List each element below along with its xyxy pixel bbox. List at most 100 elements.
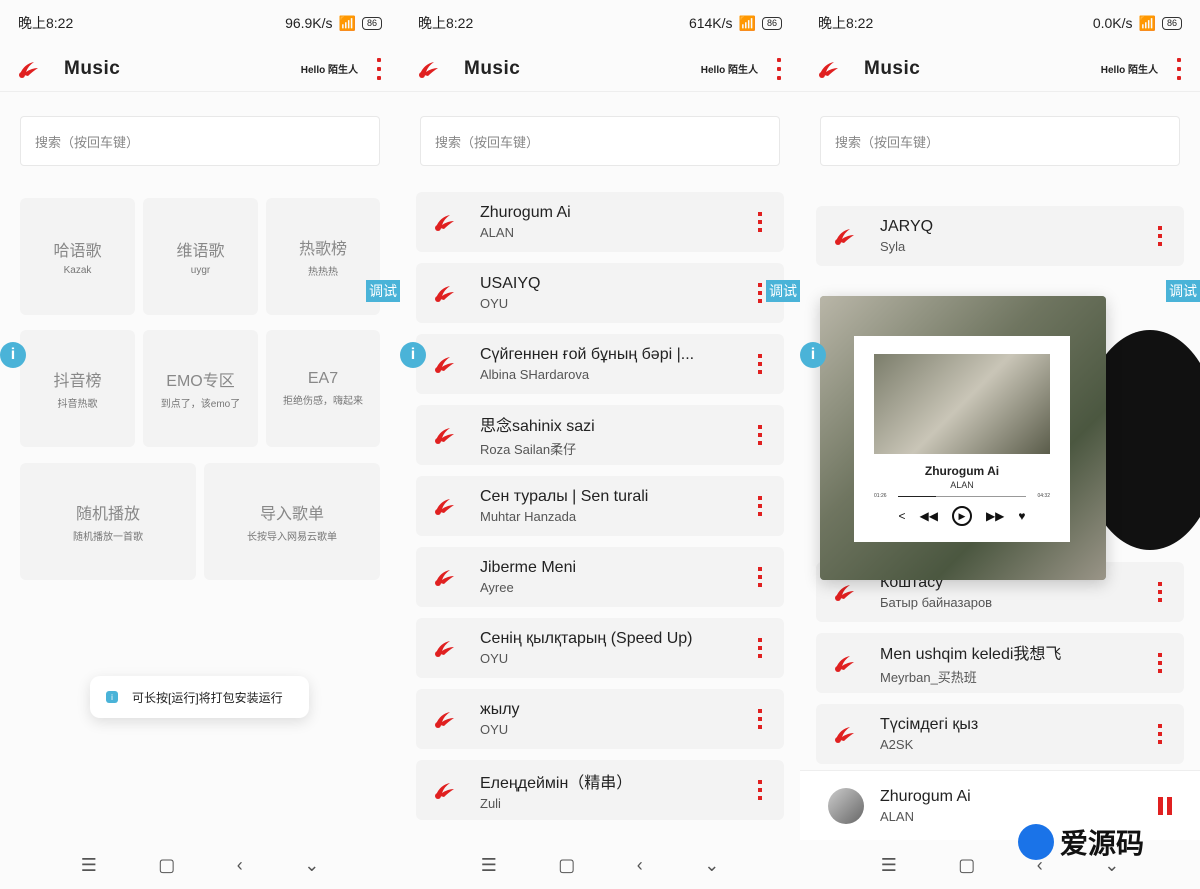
list-item[interactable]: Сүйгеннен ғой бұның бәрі |... Albina SHar… <box>416 334 784 394</box>
list-item[interactable]: Елеңдеймін（精串） Zuli <box>416 760 784 820</box>
more-icon[interactable] <box>1158 226 1164 246</box>
song-logo-icon <box>835 229 854 245</box>
list-item[interactable]: Түсімдегі қыз A2SK <box>816 704 1184 764</box>
song-artist: Muhtar Hanzada <box>480 509 577 524</box>
more-icon[interactable] <box>1158 724 1164 744</box>
song-title: Zhurogum Ai <box>480 204 571 221</box>
list-item[interactable]: Сенің қылқтарың (Speed Up) OYU <box>416 618 784 678</box>
tile-subtitle: 随机播放一首歌 <box>73 532 143 543</box>
tile-uygr[interactable]: 维语歌 uygr <box>143 198 258 315</box>
more-icon[interactable] <box>758 709 764 729</box>
song-title: USAIYQ <box>480 275 541 292</box>
player-controls: < ◀◀ ▶ ▶▶ ♥ <box>854 506 1070 526</box>
more-icon[interactable] <box>758 425 764 445</box>
song-artist: Meyrban_买热班 <box>880 670 977 685</box>
song-list: JARYQ Syla <box>816 206 1184 277</box>
menu-icon[interactable]: ☰ <box>481 855 497 876</box>
home-icon[interactable]: ▢ <box>158 855 175 876</box>
song-artist: Zuli <box>480 796 501 811</box>
more-menu-icon[interactable] <box>774 57 784 80</box>
app-logo-icon <box>419 61 438 78</box>
down-icon[interactable]: ⌄ <box>704 855 719 876</box>
debug-tag[interactable]: 调试 <box>1166 280 1200 302</box>
song-title: Елеңдеймін（精串） <box>480 775 633 792</box>
signal-icon: 📶 <box>738 14 756 31</box>
pause-icon[interactable] <box>1158 796 1172 815</box>
more-icon[interactable] <box>758 638 764 658</box>
tile-title: EMO专区 <box>166 373 235 390</box>
home-icon[interactable]: ▢ <box>958 855 975 876</box>
list-item[interactable]: Men ushqim keledi我想飞 Meyrban_买热班 <box>816 633 1184 693</box>
info-icon[interactable]: i <box>400 342 426 368</box>
song-logo-icon <box>435 641 454 657</box>
song-title: Түсімдегі қыз <box>880 716 979 733</box>
more-icon[interactable] <box>1158 582 1164 602</box>
debug-tag[interactable]: 调试 <box>366 280 400 302</box>
more-icon[interactable] <box>758 496 764 516</box>
status-time: 晚上8:22 <box>418 15 474 31</box>
app-title: Music <box>864 57 921 79</box>
list-item[interactable]: Zhurogum Ai ALAN <box>416 192 784 252</box>
tile-title: 导入歌单 <box>259 506 324 523</box>
list-item[interactable]: USAIYQ OYU <box>416 263 784 323</box>
down-icon[interactable]: ⌄ <box>304 855 319 876</box>
more-icon[interactable] <box>758 283 764 303</box>
share-icon[interactable]: < <box>898 509 905 523</box>
progress-fill <box>898 496 937 497</box>
list-item[interactable]: Сен туралы | Sen turali Muhtar Hanzada <box>416 476 784 536</box>
tile-subtitle: Kazak <box>63 265 92 276</box>
home-icon[interactable]: ▢ <box>558 855 575 876</box>
more-icon[interactable] <box>758 354 764 374</box>
more-icon[interactable] <box>1158 653 1164 673</box>
debug-tag[interactable]: 调试 <box>766 280 800 302</box>
network-speed: 614K/s <box>688 15 733 31</box>
heart-icon[interactable]: ♥ <box>1018 509 1025 523</box>
menu-icon[interactable]: ☰ <box>881 855 897 876</box>
more-menu-icon[interactable] <box>1174 57 1184 80</box>
app-bar: Music Hello 陌生人 <box>400 46 800 92</box>
more-menu-icon[interactable] <box>374 57 384 80</box>
back-icon[interactable]: ‹ <box>237 855 243 876</box>
tile-title: 抖音榜 <box>53 373 102 390</box>
back-icon[interactable]: ‹ <box>637 855 643 876</box>
list-item[interactable]: JARYQ Syla <box>816 206 1184 266</box>
song-artist: Roza Sailan柔仔 <box>480 442 577 457</box>
progress-bar[interactable] <box>898 496 1026 497</box>
prev-icon[interactable]: ◀◀ <box>919 509 937 523</box>
status-time: 晚上8:22 <box>818 15 874 31</box>
list-item[interactable]: 思念sahinix sazi Roza Sailan柔仔 <box>416 405 784 465</box>
more-icon[interactable] <box>758 567 764 587</box>
next-icon[interactable]: ▶▶ <box>986 509 1004 523</box>
menu-icon[interactable]: ☰ <box>81 855 97 876</box>
status-bar: 晚上8:22 614K/s 📶 86 <box>400 0 800 46</box>
info-icon[interactable]: i <box>800 342 826 368</box>
tile-douyin[interactable]: 抖音榜 抖音热歌 <box>20 330 135 447</box>
search-input[interactable]: 搜索（按回车键） <box>420 116 780 166</box>
search-input[interactable]: 搜索（按回车键） <box>820 116 1180 166</box>
tile-ea7[interactable]: EA7 拒绝伤感，嗨起来 <box>266 330 380 447</box>
info-icon[interactable]: i <box>0 342 26 368</box>
card-artist: ALAN <box>950 480 974 490</box>
tile-kazak[interactable]: 哈语歌 Kazak <box>20 198 135 315</box>
time-elapsed: 01:26 <box>874 493 887 499</box>
search-input[interactable]: 搜索（按回车键） <box>20 116 380 166</box>
play-icon[interactable]: ▶ <box>951 506 972 526</box>
app-title: Music <box>464 57 521 79</box>
song-artist: Albina SHardarova <box>480 367 590 382</box>
list-item[interactable]: жылу OYU <box>416 689 784 749</box>
song-title: 思念sahinix sazi <box>480 418 595 435</box>
greeting: Hello 陌生人 <box>1100 65 1158 76</box>
more-icon[interactable] <box>758 212 764 232</box>
tile-emo[interactable]: EMO专区 到点了，该emo了 <box>143 330 258 447</box>
tile-random[interactable]: 随机播放 随机播放一首歌 <box>20 463 196 580</box>
tile-hot[interactable]: 热歌榜 热热热 <box>266 198 380 315</box>
more-icon[interactable] <box>758 780 764 800</box>
song-artist: Syla <box>880 239 906 254</box>
list-item[interactable]: Jiberme Meni Ayree <box>416 547 784 607</box>
tile-import[interactable]: 导入歌单 长按导入网易云歌单 <box>204 463 380 580</box>
song-artist: Ayree <box>480 580 514 595</box>
time-total: 04:32 <box>1037 493 1050 499</box>
song-logo-icon <box>835 727 854 743</box>
song-logo-icon <box>435 215 454 231</box>
battery-icon: 86 <box>361 16 382 30</box>
